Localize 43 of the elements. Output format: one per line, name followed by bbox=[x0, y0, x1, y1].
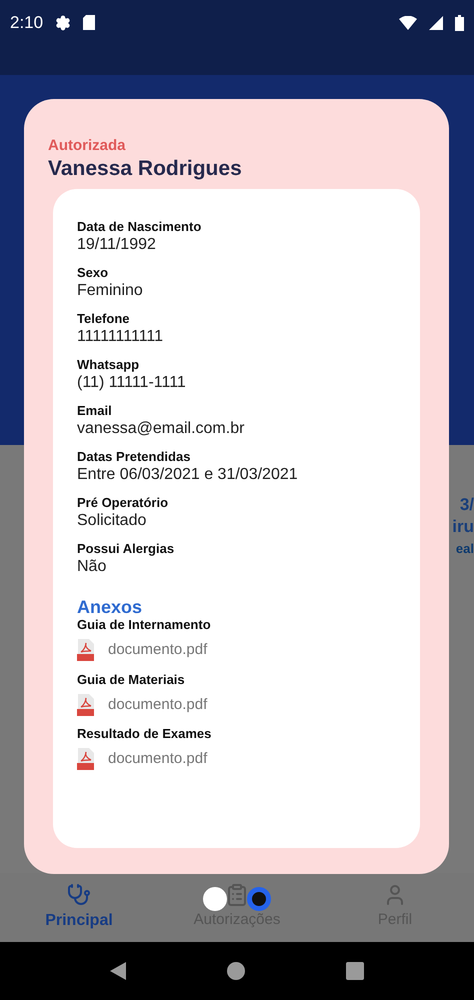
stethoscope-icon bbox=[67, 882, 91, 906]
pdf-file-link[interactable]: documento.pdf bbox=[77, 748, 396, 770]
battery-icon bbox=[455, 14, 464, 30]
pdf-file-icon bbox=[77, 694, 95, 716]
field-value: 19/11/1992 bbox=[77, 235, 157, 255]
summary-text: eal bbox=[456, 540, 474, 558]
status-time: 2:10 bbox=[10, 12, 44, 34]
pdf-file-icon bbox=[77, 639, 95, 662]
patient-name: Vanessa Rodrigues bbox=[48, 156, 243, 182]
attachments-heading: Anexos bbox=[77, 597, 144, 617]
field-value: Solicitado bbox=[77, 511, 148, 531]
field-value: (11) 11111-1111 bbox=[77, 373, 187, 393]
field-value: Não bbox=[77, 557, 108, 577]
recents-icon[interactable] bbox=[346, 962, 364, 980]
field-label: Pré Operatório bbox=[77, 495, 170, 511]
field-label: Telefone bbox=[77, 311, 130, 327]
settings-icon bbox=[55, 14, 72, 30]
attachment-label: Resultado de Exames bbox=[77, 726, 212, 742]
pdf-file-link[interactable]: documento.pdf bbox=[77, 639, 396, 662]
field-value: vanessa@email.com.br bbox=[77, 419, 246, 439]
field-label: Data de Nascimento bbox=[77, 219, 202, 235]
back-icon[interactable] bbox=[110, 962, 126, 980]
clipboard-icon bbox=[225, 883, 249, 908]
field-value: 11111111111 bbox=[77, 327, 164, 347]
attachment-label: Guia de Internamento bbox=[77, 617, 212, 633]
field-label: Sexo bbox=[77, 265, 110, 281]
field-value: Entre 06/03/2021 e 31/03/2021 bbox=[77, 465, 299, 485]
field-label: Email bbox=[77, 403, 113, 419]
field-label: Possui Alergias bbox=[77, 541, 176, 557]
summary-text: iru bbox=[452, 517, 474, 537]
wifi-icon bbox=[399, 16, 417, 30]
status-label: Autorizada bbox=[48, 137, 127, 155]
nav-tab[interactable]: Principal bbox=[0, 882, 158, 932]
pdf-file-icon bbox=[77, 748, 95, 770]
home-icon[interactable] bbox=[226, 962, 245, 980]
field-label: Datas Pretendidas bbox=[77, 449, 192, 465]
sd-card-icon bbox=[83, 15, 96, 30]
field-value: Feminino bbox=[77, 281, 144, 301]
summary-text: 3/ bbox=[460, 495, 474, 515]
pdf-file-link[interactable]: documento.pdf bbox=[77, 694, 396, 716]
field-label: Whatsapp bbox=[77, 357, 140, 373]
signal-icon bbox=[429, 16, 443, 30]
attachment-label: Guia de Materiais bbox=[77, 672, 186, 688]
